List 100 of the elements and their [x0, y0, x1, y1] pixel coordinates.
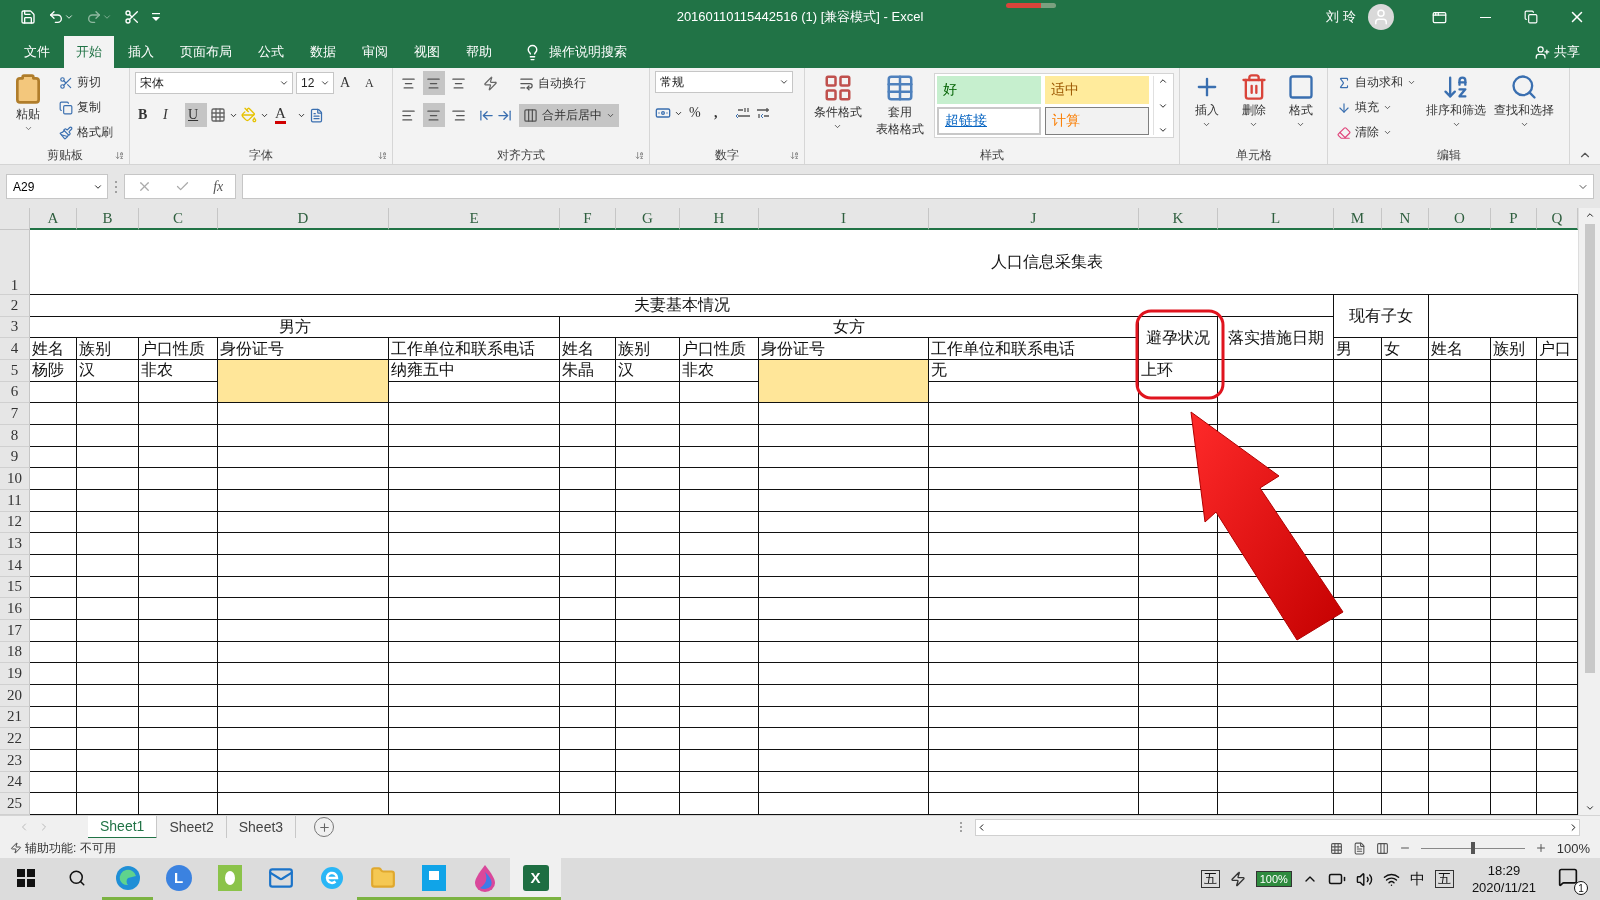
cell-style-item[interactable]: 超链接: [937, 107, 1041, 135]
menu-tab[interactable]: 开始: [64, 36, 114, 68]
row-header[interactable]: 3: [0, 316, 30, 339]
zoom-level[interactable]: 100%: [1556, 840, 1590, 856]
row-header[interactable]: 4: [0, 338, 30, 360]
taskbar-app[interactable]: X: [510, 858, 561, 900]
zoom-slider-thumb[interactable]: [1470, 842, 1475, 854]
row-header[interactable]: 18: [0, 641, 30, 664]
column-header[interactable]: E: [389, 208, 560, 230]
font-style-button[interactable]: I: [160, 103, 182, 127]
comma-button[interactable]: ,: [711, 101, 733, 125]
formula-input[interactable]: [242, 174, 1594, 199]
menu-tab[interactable]: 审阅: [350, 36, 400, 68]
grow-font-button[interactable]: A: [337, 71, 359, 95]
conditional-format-button[interactable]: 条件格式: [810, 71, 866, 133]
vertical-scrollbar[interactable]: [1578, 208, 1600, 815]
clipboard-button[interactable]: 剪切: [55, 71, 117, 94]
row-header[interactable]: 15: [0, 576, 30, 599]
column-header[interactable]: K: [1139, 208, 1218, 230]
share-button[interactable]: 共享: [1529, 36, 1586, 68]
column-header[interactable]: C: [139, 208, 218, 230]
editing-button[interactable]: 查找和选择: [1492, 71, 1556, 131]
row-header[interactable]: 24: [0, 771, 30, 794]
editing-button[interactable]: 自动求和: [1333, 71, 1420, 94]
paste-button[interactable]: 粘贴: [5, 71, 51, 135]
scroll-up-icon[interactable]: [1157, 76, 1168, 86]
currency-icon[interactable]: [655, 105, 671, 121]
menu-tab[interactable]: 帮助: [454, 36, 504, 68]
scroll-up-icon[interactable]: [1584, 210, 1595, 220]
column-header[interactable]: L: [1218, 208, 1334, 230]
row-header[interactable]: 23: [0, 750, 30, 772]
scroll-down-icon[interactable]: [1584, 803, 1595, 813]
column-header[interactable]: A: [30, 208, 77, 230]
column-header[interactable]: J: [929, 208, 1139, 230]
name-box[interactable]: A29: [6, 174, 108, 199]
tell-me-search[interactable]: 操作说明搜索: [518, 36, 633, 68]
font-style-button[interactable]: U: [185, 103, 207, 127]
cells-button[interactable]: 插入: [1185, 71, 1228, 131]
ime-mode[interactable]: 五: [1200, 870, 1220, 888]
vertical-align-button[interactable]: [423, 71, 445, 95]
notification-button[interactable]: 1: [1554, 863, 1588, 895]
row-header[interactable]: 17: [0, 620, 30, 642]
shrink-font-button[interactable]: A: [362, 71, 384, 95]
page-layout-icon[interactable]: [1352, 841, 1366, 855]
row-header[interactable]: 13: [0, 533, 30, 555]
horizontal-align-button[interactable]: [423, 103, 445, 127]
normal-view-icon[interactable]: [1329, 841, 1343, 855]
editing-button[interactable]: 清除: [1333, 121, 1420, 144]
font-size-field[interactable]: 12: [296, 72, 334, 94]
column-header[interactable]: Q: [1537, 208, 1578, 230]
redo-icon[interactable]: [86, 9, 102, 25]
sheet-tab[interactable]: Sheet1: [88, 815, 158, 839]
insert-function-button[interactable]: fx: [213, 178, 224, 195]
undo-icon[interactable]: [48, 9, 64, 25]
row-header[interactable]: 7: [0, 403, 30, 425]
cell-style-item[interactable]: 好: [937, 76, 1041, 104]
row-header[interactable]: 12: [0, 511, 30, 534]
column-header[interactable]: B: [77, 208, 139, 230]
column-header[interactable]: I: [759, 208, 929, 230]
borders-icon[interactable]: [210, 107, 226, 123]
column-header[interactable]: P: [1491, 208, 1537, 230]
zoom-in-icon[interactable]: [1534, 842, 1547, 854]
row-header[interactable]: 21: [0, 706, 30, 729]
row-header[interactable]: 16: [0, 598, 30, 620]
column-header[interactable]: G: [616, 208, 680, 230]
row-header[interactable]: 9: [0, 446, 30, 469]
row-header[interactable]: 5: [0, 360, 30, 382]
format-as-table-button[interactable]: 套用 表格格式: [869, 71, 930, 139]
scissors-icon[interactable]: [124, 9, 140, 25]
row-header[interactable]: 19: [0, 663, 30, 685]
row-header[interactable]: 10: [0, 468, 30, 490]
column-header[interactable]: M: [1334, 208, 1382, 230]
column-header[interactable]: N: [1382, 208, 1429, 230]
battery-level[interactable]: 100%: [1255, 871, 1292, 887]
clock[interactable]: 18:29 2020/11/21: [1471, 862, 1536, 896]
wrap-text-button[interactable]: 自动换行: [515, 71, 590, 95]
customize-icon[interactable]: [152, 13, 160, 21]
row-header[interactable]: 8: [0, 425, 30, 447]
save-icon[interactable]: [20, 9, 36, 25]
cell-style-item[interactable]: 适中: [1045, 76, 1149, 104]
decrease-decimal-icon[interactable]: [755, 106, 771, 120]
column-header[interactable]: D: [218, 208, 389, 230]
input-language[interactable]: 中: [1409, 869, 1425, 889]
row-header[interactable]: 14: [0, 555, 30, 577]
column-header[interactable]: F: [560, 208, 616, 230]
row-header[interactable]: 25: [0, 793, 30, 815]
percent-button[interactable]: %: [686, 101, 708, 125]
caret-icon[interactable]: [64, 12, 74, 22]
horizontal-scrollbar[interactable]: [975, 818, 1580, 836]
font-style-button[interactable]: B: [135, 103, 157, 127]
page-break-icon[interactable]: [1375, 841, 1389, 855]
menu-tab[interactable]: 插入: [116, 36, 166, 68]
increase-decimal-icon[interactable]: [736, 106, 752, 120]
number-format-field[interactable]: 常规: [655, 71, 793, 93]
ime-indicator[interactable]: 五: [1434, 870, 1454, 888]
row-header[interactable]: 20: [0, 685, 30, 707]
taskbar-app[interactable]: L: [153, 858, 204, 900]
row-header[interactable]: 2: [0, 295, 30, 317]
more-icon[interactable]: [1157, 125, 1168, 135]
font-name-field[interactable]: 宋体: [135, 72, 293, 94]
